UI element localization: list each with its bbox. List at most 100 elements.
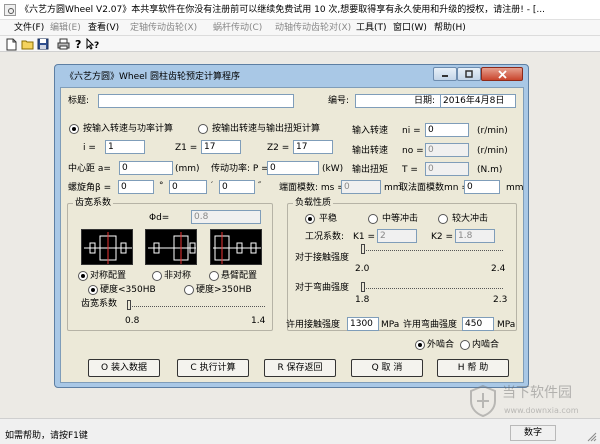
normal-module-input[interactable]: 0 — [464, 180, 500, 194]
save-return-button[interactable]: R 保存返回 — [264, 359, 336, 377]
bending-slider-min: 1.8 — [355, 295, 370, 305]
radio-hardness-high-label: 硬度>350HB — [196, 285, 252, 295]
bending-slider-track[interactable] — [363, 288, 503, 290]
radio-symmetric[interactable] — [78, 271, 88, 281]
radio-asymmetric[interactable] — [152, 271, 162, 281]
radio-cantilever-label: 悬臂配置 — [221, 271, 258, 281]
radio-by-power[interactable] — [69, 124, 79, 134]
print-icon[interactable] — [56, 37, 70, 51]
radio-load-heavy[interactable] — [438, 214, 448, 224]
menu-fixed-axis-gear[interactable]: 定轴传动齿轮(X) — [130, 21, 197, 35]
radio-hardness-high[interactable] — [184, 285, 194, 295]
cantilever-layout-image[interactable] — [210, 229, 262, 265]
center-distance-input[interactable]: 0 — [119, 161, 173, 175]
allowable-bending-label: 许用弯曲强度 — [403, 320, 458, 330]
z2-input[interactable]: 17 — [293, 140, 333, 154]
no-label: no = — [402, 146, 424, 156]
radio-cantilever[interactable] — [209, 271, 219, 281]
menu-edit[interactable]: 编辑(E) — [50, 21, 81, 35]
menu-worm-drive[interactable]: 蜗杆传动(C) — [213, 21, 262, 35]
load-group-label: 负载性质 — [293, 197, 334, 209]
ni-input[interactable]: 0 — [425, 123, 469, 137]
second-symbol: ″ — [258, 181, 262, 191]
maximize-button[interactable] — [457, 67, 481, 81]
app-gear-icon[interactable] — [4, 4, 16, 16]
open-folder-icon[interactable] — [20, 37, 34, 51]
menu-view[interactable]: 查看(V) — [88, 21, 119, 35]
radio-by-torque[interactable] — [198, 124, 208, 134]
helix-degrees-input[interactable]: 0 — [118, 180, 154, 194]
contact-slider-thumb[interactable] — [361, 244, 365, 254]
power-label: 传动功率: P = — [211, 164, 269, 174]
menu-help[interactable]: 帮助(H) — [434, 21, 466, 35]
power-input[interactable]: 0 — [267, 161, 319, 175]
radio-hardness-low-label: 硬度<350HB — [100, 285, 156, 295]
z1-input[interactable]: 17 — [201, 140, 241, 154]
width-slider-max: 1.4 — [251, 316, 266, 326]
asymmetric-layout-image[interactable] — [145, 229, 197, 265]
width-slider-thumb[interactable] — [127, 300, 131, 310]
helix-seconds-input[interactable]: 0 — [219, 180, 255, 194]
close-icon — [497, 69, 507, 79]
contact-slider-track[interactable] — [363, 250, 503, 252]
t-unit: (N.m) — [477, 165, 503, 175]
z1-label: Z1 = — [175, 143, 198, 153]
menu-tools[interactable]: 工具(T) — [356, 21, 387, 35]
close-button[interactable] — [481, 67, 523, 81]
symmetric-layout-image[interactable] — [81, 229, 133, 265]
menu-moving-axis-gear[interactable]: 动轴传动齿轮对(X) — [275, 21, 351, 35]
allowable-bending-input[interactable]: 450 — [462, 317, 494, 331]
ni-label: ni = — [402, 126, 421, 136]
execute-calc-button[interactable]: C 执行计算 — [177, 359, 249, 377]
radio-external-mesh[interactable] — [415, 340, 425, 350]
ni-unit: (r/min) — [477, 126, 508, 136]
radio-symmetric-label: 对称配置 — [90, 271, 127, 281]
radio-hardness-low[interactable] — [88, 285, 98, 295]
toolbar: ? ? — [0, 36, 600, 52]
maximize-icon — [465, 70, 473, 78]
contact-slider-max: 2.4 — [491, 264, 506, 274]
bending-slider-max: 2.3 — [493, 295, 508, 305]
context-help-icon[interactable]: ? — [86, 37, 100, 51]
t-input[interactable]: 0 — [425, 162, 469, 176]
new-file-icon[interactable] — [4, 37, 18, 51]
helix-angle-label: 螺旋角β = — [68, 183, 112, 193]
no-unit: (r/min) — [477, 146, 508, 156]
radio-asymmetric-label: 非对称 — [164, 271, 192, 281]
center-distance-unit: (mm) — [175, 164, 200, 174]
menu-file[interactable]: 文件(F) — [14, 21, 44, 35]
cancel-button[interactable]: Q 取 消 — [351, 359, 423, 377]
transverse-module-input[interactable]: 0 — [341, 180, 381, 194]
watermark-en: www.downxia.com — [504, 406, 579, 415]
minute-symbol: ′ — [211, 181, 214, 191]
resize-grip-icon[interactable] — [586, 431, 597, 442]
width-group-label: 齿宽系数 — [73, 197, 114, 209]
title-label: 标题: — [68, 96, 90, 106]
radio-by-torque-label: 按输出转速与输出扭矩计算 — [212, 124, 321, 134]
allowable-contact-input[interactable]: 1300 — [347, 317, 379, 331]
helix-minutes-input[interactable]: 0 — [169, 180, 207, 194]
radio-load-medium-label: 中等冲击 — [382, 214, 419, 224]
help-icon[interactable]: ? — [72, 37, 86, 51]
title-input[interactable] — [98, 94, 294, 108]
radio-internal-mesh[interactable] — [460, 340, 470, 350]
load-data-button[interactable]: O 装入数据 — [88, 359, 160, 377]
app-title: 《六艺方圆Wheel V2.07》本共享软件在你没有注册前可以继续免费试用 10… — [20, 5, 545, 15]
minimize-button[interactable] — [433, 67, 457, 81]
bending-slider-thumb[interactable] — [361, 282, 365, 292]
menu-window[interactable]: 窗口(W) — [393, 21, 427, 35]
bending-strength-label: 对于弯曲强度 — [295, 283, 350, 293]
date-input[interactable]: 2016年4月8日 — [440, 94, 516, 108]
app-titlebar: 《六艺方圆Wheel V2.07》本共享软件在你没有注册前可以继续免费试用 10… — [0, 0, 600, 20]
width-slider-track[interactable] — [129, 306, 265, 308]
normal-module-unit: mm — [506, 183, 524, 193]
radio-load-steady[interactable] — [305, 214, 315, 224]
radio-load-heavy-label: 较大冲击 — [452, 214, 489, 224]
save-icon[interactable] — [36, 37, 50, 51]
i-input[interactable]: 1 — [105, 140, 145, 154]
no-input[interactable]: 0 — [425, 143, 469, 157]
radio-load-medium[interactable] — [368, 214, 378, 224]
shield-logo-icon — [470, 384, 496, 418]
allowable-bending-unit: MPa — [497, 320, 516, 330]
help-button[interactable]: H 帮 助 — [437, 359, 509, 377]
